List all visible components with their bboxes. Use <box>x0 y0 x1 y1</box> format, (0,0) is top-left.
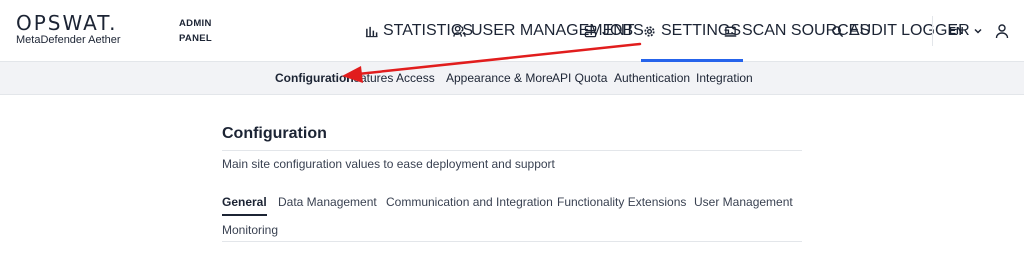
product-name: MetaDefender Aether <box>16 34 121 46</box>
admin-label-line2: PANEL <box>179 33 212 44</box>
language-label: EN <box>949 25 964 37</box>
subnav-appearance-more[interactable]: Appearance & More <box>446 62 553 95</box>
admin-label-line1: ADMIN <box>179 18 212 29</box>
logo-wordmark: OPSWAT. <box>16 11 118 35</box>
gear-icon <box>644 25 655 37</box>
page-description: Main site configuration values to ease d… <box>222 157 555 171</box>
chevron-down-icon <box>974 28 982 34</box>
opswat-logo[interactable]: OPSWAT. MetaDefender Aether <box>16 13 121 46</box>
page-title: Configuration <box>222 125 327 142</box>
subnav-configuration[interactable]: Configuration <box>275 62 354 95</box>
search-icon <box>832 25 844 37</box>
title-divider <box>222 150 802 151</box>
tab-data-management[interactable]: Data Management <box>278 195 377 213</box>
subnav-api-quota[interactable]: API Quota <box>552 62 607 95</box>
header-divider <box>932 16 933 46</box>
nav-jobs[interactable]: JOBS <box>584 0 644 62</box>
tabs-divider <box>222 241 802 242</box>
admin-panel-label: ADMIN PANEL <box>179 16 212 46</box>
subnav-authentication[interactable]: Authentication <box>614 62 690 95</box>
laptop-icon <box>724 26 737 37</box>
language-selector[interactable]: EN <box>949 0 983 62</box>
top-header: OPSWAT. MetaDefender Aether ADMIN PANEL … <box>0 0 1024 62</box>
user-profile-icon[interactable] <box>994 23 1010 39</box>
tab-functionality-extensions[interactable]: Functionality Extensions <box>557 195 686 213</box>
tab-communication-integration[interactable]: Communication and Integration <box>386 195 553 213</box>
tab-general[interactable]: General <box>222 195 267 216</box>
jobs-icon <box>584 25 597 37</box>
subnav-integration[interactable]: Integration <box>696 62 753 95</box>
settings-subnav: Configuration Features Access Appearance… <box>0 62 1024 95</box>
users-icon <box>453 25 466 37</box>
bar-chart-icon <box>365 26 378 37</box>
tab-user-management[interactable]: User Management <box>694 195 793 213</box>
subnav-features-access[interactable]: Features Access <box>346 62 435 95</box>
nav-jobs-label: JOBS <box>602 22 644 39</box>
tab-monitoring[interactable]: Monitoring <box>222 223 278 241</box>
